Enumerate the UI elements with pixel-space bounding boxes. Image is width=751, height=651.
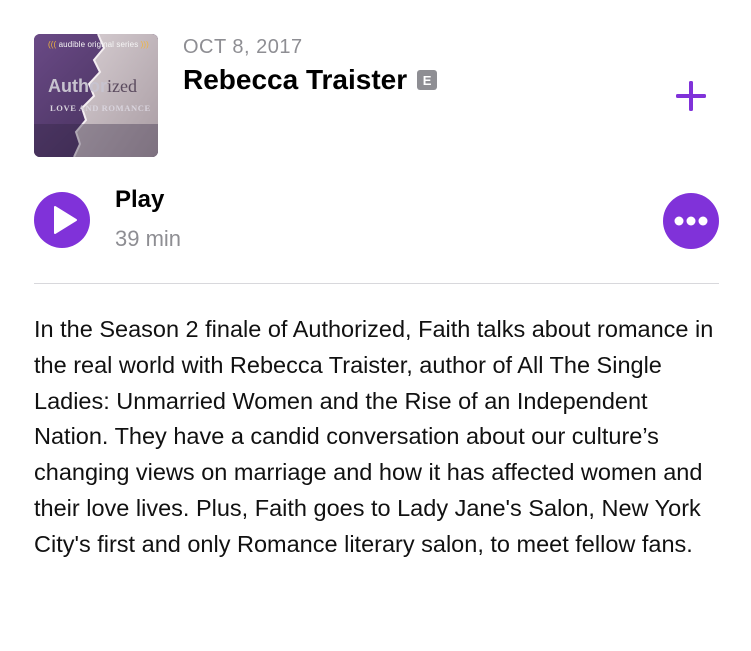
episode-description: In the Season 2 finale of Authorized, Fa… <box>34 316 714 557</box>
add-to-library-button[interactable] <box>672 77 710 115</box>
audible-icon: ((( <box>48 40 59 49</box>
artwork-series-text: audible original series <box>58 40 139 49</box>
play-button[interactable] <box>34 192 90 248</box>
play-icon <box>54 206 77 234</box>
episode-title-row: Rebecca Traister E <box>183 64 438 96</box>
artwork-series-label: ((( audible original series ))) <box>48 40 149 49</box>
play-label[interactable]: Play <box>115 186 164 214</box>
artwork-title-part1: Author <box>48 76 107 96</box>
audible-icon-right: ))) <box>138 40 149 49</box>
section-divider <box>34 283 719 284</box>
artwork-title: Authorized <box>48 76 137 97</box>
more-options-button[interactable] <box>663 193 719 249</box>
artwork-title-part2: ized <box>106 76 137 96</box>
plus-icon <box>676 81 706 111</box>
artwork-subtitle: LOVE AND ROMANCE <box>50 103 151 113</box>
episode-detail-page: ((( audible original series ))) Authoriz… <box>0 0 751 651</box>
ellipsis-icon <box>674 216 708 226</box>
episode-title: Rebecca Traister <box>183 64 408 95</box>
episode-date: OCT 8, 2017 <box>183 36 303 58</box>
episode-duration: 39 min <box>115 226 182 251</box>
explicit-badge: E <box>417 70 438 90</box>
podcast-artwork[interactable]: ((( audible original series ))) Authoriz… <box>34 34 158 157</box>
